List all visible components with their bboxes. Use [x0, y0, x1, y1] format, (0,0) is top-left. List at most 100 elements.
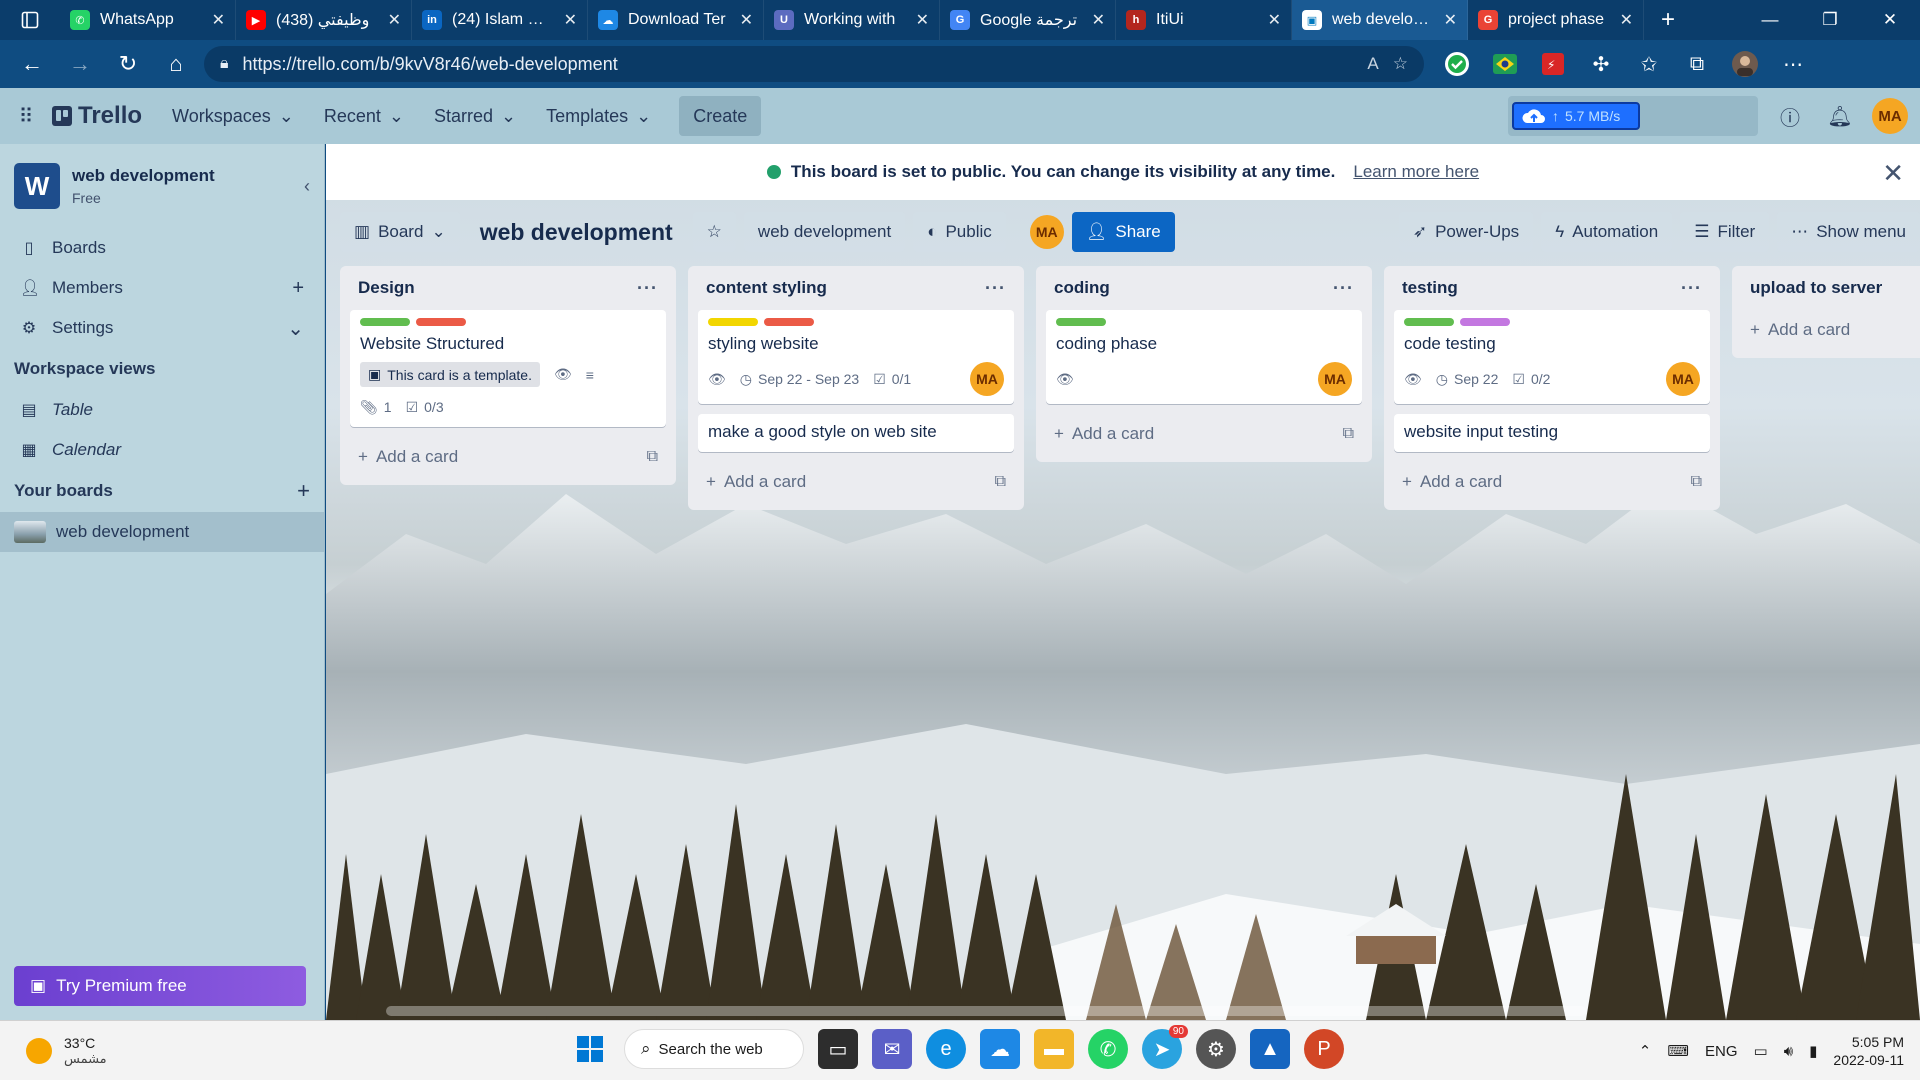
due-date-badge[interactable]: ◷ Sep 22 - Sep 23	[740, 371, 859, 388]
forward-button[interactable]: →	[60, 46, 100, 82]
browser-tab[interactable]: h ItiUi ✕	[1116, 0, 1292, 40]
label-red[interactable]	[764, 318, 814, 326]
onedrive-icon[interactable]: ☁	[980, 1029, 1020, 1069]
sidebar-item-settings[interactable]: ⚙ Settings ⌄	[0, 308, 324, 348]
browser-tab[interactable]: ▶ وظيفتي (438) ✕	[236, 0, 412, 40]
language-indicator[interactable]: ENG	[1705, 1043, 1738, 1060]
refresh-button[interactable]: ↻	[108, 46, 148, 82]
collections-icon[interactable]: ⧉	[1680, 47, 1714, 81]
new-tab-button[interactable]: +	[1644, 0, 1692, 40]
card-make-a-good-style[interactable]: make a good style on web site	[698, 414, 1014, 452]
workspace-chip[interactable]: web development	[743, 212, 906, 252]
create-from-template-icon[interactable]: ⧉	[1691, 473, 1702, 491]
download-speed-widget[interactable]: ↑ 5.7 MB/s	[1508, 96, 1758, 136]
file-explorer-icon[interactable]: ▬	[1034, 1029, 1074, 1069]
browser-tab[interactable]: in (24) Islam Mah ✕	[412, 0, 588, 40]
home-button[interactable]: ⌂	[156, 46, 196, 82]
label-green[interactable]	[360, 318, 410, 326]
card-code-testing[interactable]: code testing 👁︎ ◷ Sep 22 ☑ 0/2 MA	[1394, 310, 1710, 404]
telegram-icon[interactable]: ➤ 90	[1142, 1025, 1188, 1069]
add-card-button[interactable]: + Add a card ⧉	[350, 437, 666, 477]
browser-tab[interactable]: ✆ WhatsApp ✕	[60, 0, 236, 40]
back-button[interactable]: ←	[12, 46, 52, 82]
close-tab-icon[interactable]: ✕	[212, 10, 225, 30]
battery-icon[interactable]: ▮	[1809, 1042, 1817, 1060]
close-tab-icon[interactable]: ✕	[1620, 10, 1633, 30]
close-tab-icon[interactable]: ✕	[1092, 10, 1105, 30]
close-tab-icon[interactable]: ✕	[1444, 10, 1457, 30]
create-from-template-icon[interactable]: ⧉	[1343, 425, 1354, 443]
card-labels[interactable]	[360, 318, 656, 326]
power-ups-button[interactable]: ➶ Power-Ups	[1398, 212, 1534, 252]
whatsapp-icon[interactable]: ✆	[1088, 1029, 1128, 1069]
add-board-icon[interactable]: +	[297, 478, 310, 504]
close-tab-icon[interactable]: ✕	[1268, 10, 1281, 30]
teams-chat-icon[interactable]: ✉	[872, 1029, 912, 1069]
chevron-down-icon[interactable]: ⌄	[287, 316, 304, 341]
try-premium-button[interactable]: ▣ Try Premium free	[14, 966, 306, 1006]
settings-icon[interactable]: ⚙	[1196, 1029, 1236, 1069]
starred-menu[interactable]: Starred ⌄	[422, 98, 528, 134]
add-card-button[interactable]: + Add a card ⧉	[1394, 462, 1710, 502]
star-board-button[interactable]: ☆	[692, 212, 736, 252]
trello-logo[interactable]: Trello	[52, 102, 142, 130]
info-icon[interactable]: ⓘ	[1772, 98, 1808, 134]
card-member-avatar[interactable]: MA	[1666, 362, 1700, 396]
list-header[interactable]: testing ···	[1394, 266, 1710, 310]
list-header[interactable]: upload to server	[1742, 266, 1920, 310]
browser-tab[interactable]: Gproject phase ✕	[1468, 0, 1644, 40]
card-website-input-testing[interactable]: website input testing	[1394, 414, 1710, 452]
clock[interactable]: 5:05 PM 2022-09-11	[1833, 1033, 1904, 1069]
powerpoint-icon[interactable]: P	[1304, 1029, 1344, 1069]
label-green[interactable]	[1056, 318, 1106, 326]
app-switcher-icon[interactable]: ⠿	[12, 104, 40, 129]
card-member-avatar[interactable]: MA	[1318, 362, 1352, 396]
card-labels[interactable]	[1056, 318, 1352, 326]
browser-tab[interactable]: G Google ترجمة ✕	[940, 0, 1116, 40]
profile-avatar[interactable]	[1728, 47, 1762, 81]
label-red[interactable]	[416, 318, 466, 326]
add-card-button[interactable]: + Add a card ⧉	[698, 462, 1014, 502]
favorites-icon[interactable]: ✩	[1632, 47, 1666, 81]
board-view-switcher[interactable]: ▥ Board ⌄	[340, 212, 460, 252]
horizontal-scrollbar[interactable]	[386, 1006, 1586, 1016]
add-member-icon[interactable]: +	[292, 277, 304, 300]
workspaces-menu[interactable]: Workspaces ⌄	[160, 98, 306, 134]
list-menu-icon[interactable]: ···	[1681, 278, 1702, 299]
card-labels[interactable]	[1404, 318, 1700, 326]
label-yellow[interactable]	[708, 318, 758, 326]
sidebar-item-members[interactable]: 👤︎ Members +	[0, 268, 324, 308]
close-window-icon[interactable]: ✕	[1860, 0, 1920, 40]
card-member-avatar[interactable]: MA	[970, 362, 1004, 396]
show-menu-button[interactable]: ⋯ Show menu	[1777, 212, 1920, 252]
volume-icon[interactable]: 🔊︎	[1784, 1043, 1793, 1060]
browser-tab[interactable]: U Working with ✕	[764, 0, 940, 40]
board-title[interactable]: web development	[468, 219, 685, 246]
create-button[interactable]: Create	[679, 96, 762, 136]
card-website-structured[interactable]: Website Structured ▣ This card is a temp…	[350, 310, 666, 427]
header-avatar[interactable]: MA	[1872, 98, 1908, 134]
sidebar-board-web-development[interactable]: web development	[0, 512, 324, 552]
label-green[interactable]	[1404, 318, 1454, 326]
list-header[interactable]: Design ···	[350, 266, 666, 310]
network-icon[interactable]: ▭	[1754, 1042, 1768, 1060]
bell-icon[interactable]: 🔔︎	[1822, 98, 1858, 134]
visibility-button[interactable]: ◐ Public	[913, 212, 1006, 252]
photos-icon[interactable]: ▲	[1250, 1029, 1290, 1069]
minimize-icon[interactable]: —	[1740, 0, 1800, 40]
sidebar-item-table[interactable]: ▤ Table	[0, 390, 324, 430]
card-styling-website[interactable]: styling website 👁︎ ◷ Sep 22 - Sep 23 ☑ 0…	[698, 310, 1014, 404]
due-date-badge[interactable]: ◷ Sep 22	[1436, 371, 1499, 388]
list-header[interactable]: content styling ···	[698, 266, 1014, 310]
taskbar-search[interactable]: ⌕ Search the web	[624, 1029, 804, 1069]
close-tab-icon[interactable]: ✕	[740, 10, 753, 30]
collapse-sidebar-icon[interactable]: ‹	[304, 176, 310, 197]
read-aloud-icon[interactable]: A	[1367, 54, 1378, 74]
task-view-icon[interactable]: ▭	[818, 1029, 858, 1069]
close-banner-icon[interactable]: ✕	[1882, 158, 1904, 189]
templates-menu[interactable]: Templates ⌄	[534, 98, 663, 134]
tab-actions-icon[interactable]	[0, 0, 60, 40]
start-icon[interactable]	[570, 1029, 610, 1069]
add-card-button[interactable]: + Add a card ⧉	[1046, 414, 1362, 454]
extension-pdf-icon[interactable]: ⚡	[1536, 47, 1570, 81]
